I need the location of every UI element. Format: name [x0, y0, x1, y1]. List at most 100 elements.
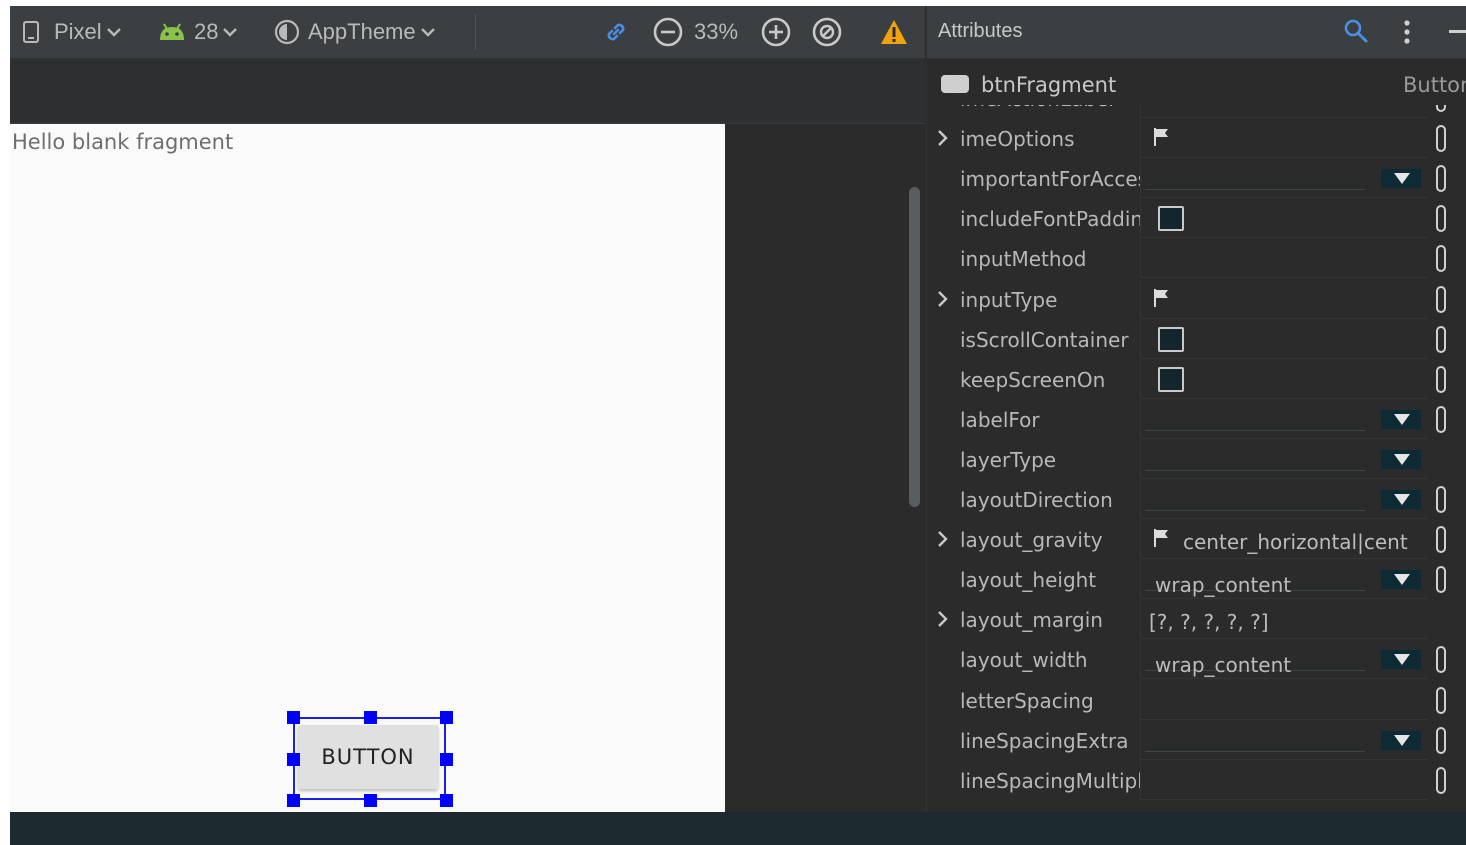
attribute-row[interactable]: layout_width wrap_content — [927, 640, 1466, 680]
attribute-row[interactable]: layout_gravity center_horizontal|cent — [927, 520, 1466, 560]
attribute-value-cell[interactable] — [1141, 320, 1427, 359]
attribute-row[interactable]: lineSpacingExtra — [927, 720, 1466, 761]
dropdown-arrow-icon[interactable] — [1381, 409, 1421, 429]
resource-picker-icon[interactable] — [1436, 686, 1446, 714]
resource-picker-icon[interactable] — [1436, 405, 1446, 433]
zoom-to-fit-button[interactable] — [811, 6, 843, 58]
constraint-link-button[interactable] — [602, 6, 630, 58]
toolbar-divider — [475, 14, 476, 50]
canvas-header-band — [10, 59, 925, 124]
attribute-row[interactable]: layoutDirection — [927, 480, 1466, 520]
search-icon[interactable] — [1343, 18, 1369, 48]
minimize-icon[interactable] — [1449, 30, 1466, 33]
flag-icon[interactable] — [1153, 127, 1169, 151]
zoom-in-button[interactable] — [760, 6, 792, 58]
dropdown-arrow-icon[interactable] — [1381, 570, 1421, 590]
attribute-row[interactable]: layerType — [927, 439, 1466, 480]
resize-handle-bottom-right[interactable] — [440, 794, 453, 807]
resize-handle-top[interactable] — [364, 711, 377, 724]
resource-picker-icon[interactable] — [1436, 365, 1446, 393]
canvas-scrollbar[interactable] — [909, 187, 920, 507]
resource-picker-icon[interactable] — [1436, 105, 1446, 112]
resize-handle-left[interactable] — [287, 753, 300, 766]
resize-handle-top-left[interactable] — [287, 711, 300, 724]
dropdown-arrow-icon[interactable] — [1381, 730, 1421, 750]
attribute-row[interactable]: keepScreenOn — [927, 359, 1466, 400]
attribute-row[interactable]: letterSpacing — [927, 680, 1466, 721]
attribute-value-cell[interactable] — [1141, 761, 1427, 800]
attribute-row[interactable]: isScrollContainer — [927, 319, 1466, 360]
attribute-checkbox[interactable] — [1158, 366, 1184, 392]
resize-handle-top-right[interactable] — [440, 711, 453, 724]
attribute-checkbox[interactable] — [1158, 326, 1184, 352]
more-options-icon[interactable] — [1403, 19, 1411, 49]
attribute-value-cell[interactable]: wrap_content — [1141, 640, 1427, 679]
attribute-value-cell[interactable] — [1141, 440, 1427, 479]
attribute-value[interactable]: wrap_content — [1155, 653, 1291, 677]
dropdown-underline — [1145, 189, 1365, 191]
resource-picker-icon[interactable] — [1436, 486, 1446, 513]
attribute-value[interactable]: wrap_content — [1155, 573, 1291, 597]
warnings-button[interactable] — [879, 6, 909, 58]
design-canvas[interactable]: Hello blank fragment BUTTON — [10, 59, 925, 812]
attribute-row[interactable]: imeOptions — [927, 119, 1466, 159]
resize-handle-right[interactable] — [440, 753, 453, 766]
resource-picker-icon[interactable] — [1436, 726, 1446, 754]
attribute-value-cell[interactable] — [1141, 239, 1427, 278]
flag-icon[interactable] — [1153, 528, 1169, 552]
resource-picker-icon[interactable] — [1436, 526, 1446, 554]
resource-picker-icon[interactable] — [1436, 766, 1446, 794]
attribute-row[interactable]: inputType — [927, 279, 1466, 320]
dropdown-arrow-icon[interactable] — [1381, 449, 1421, 469]
attribute-value-cell[interactable] — [1141, 681, 1427, 720]
attribute-row[interactable]: includeFontPadding — [927, 199, 1466, 239]
attribute-row[interactable]: importantForAccessibility — [927, 159, 1466, 199]
attribute-value-cell[interactable] — [1141, 159, 1427, 198]
resource-picker-icon[interactable] — [1436, 205, 1446, 233]
row-divider — [1141, 157, 1427, 159]
resource-picker-icon[interactable] — [1436, 125, 1446, 153]
attribute-value-cell[interactable]: center_horizontal|cent — [1141, 520, 1427, 559]
hello-textview[interactable]: Hello blank fragment — [12, 130, 233, 154]
resource-picker-icon[interactable] — [1436, 285, 1446, 313]
attribute-value-cell[interactable] — [1141, 721, 1427, 760]
resource-picker-icon[interactable] — [1436, 325, 1446, 353]
dropdown-arrow-icon[interactable] — [1381, 490, 1421, 509]
attribute-value-cell[interactable] — [1141, 280, 1427, 319]
device-selector[interactable]: Pixel — [22, 6, 122, 58]
attribute-row[interactable]: layout_margin [?, ?, ?, ?, ?] — [927, 600, 1466, 640]
flag-icon[interactable] — [1153, 288, 1169, 312]
attribute-value-cell[interactable] — [1141, 119, 1427, 158]
component-id[interactable]: btnFragment — [981, 73, 1116, 97]
resource-picker-icon[interactable] — [1436, 245, 1446, 273]
chevron-right-icon[interactable] — [936, 129, 948, 151]
attribute-row[interactable]: lineSpacingMultiplier — [927, 760, 1466, 801]
attribute-value[interactable]: [?, ?, ?, ?, ?] — [1149, 610, 1269, 634]
attribute-value-cell[interactable] — [1141, 400, 1427, 439]
attribute-value-cell[interactable] — [1141, 480, 1427, 519]
chevron-right-icon[interactable] — [936, 290, 948, 312]
zoom-out-button[interactable] — [652, 6, 684, 58]
chevron-right-icon[interactable] — [936, 530, 948, 552]
attribute-value-cell[interactable] — [1141, 199, 1427, 238]
resource-picker-icon[interactable] — [1436, 646, 1446, 674]
dropdown-underline — [1145, 750, 1365, 752]
attribute-value-cell[interactable] — [1141, 360, 1427, 399]
resize-handle-bottom-left[interactable] — [287, 794, 300, 807]
api-level-selector[interactable]: 28 — [158, 6, 238, 58]
attribute-row[interactable]: layout_height wrap_content — [927, 560, 1466, 600]
attribute-checkbox[interactable] — [1158, 206, 1184, 232]
chevron-right-icon[interactable] — [936, 610, 948, 632]
attribute-row[interactable]: inputMethod — [927, 239, 1466, 279]
attribute-row[interactable]: labelFor — [927, 399, 1466, 440]
attribute-value-cell[interactable]: [?, ?, ?, ?, ?] — [1141, 600, 1427, 639]
device-screen-preview[interactable]: Hello blank fragment BUTTON — [10, 124, 725, 812]
theme-selector[interactable]: AppTheme — [274, 6, 436, 58]
resize-handle-bottom[interactable] — [364, 794, 377, 807]
attribute-value-cell[interactable]: wrap_content — [1141, 560, 1427, 599]
dropdown-arrow-icon[interactable] — [1381, 650, 1421, 670]
attribute-row[interactable]: imeActionLabel — [927, 105, 1466, 119]
resource-picker-icon[interactable] — [1436, 566, 1446, 594]
resource-picker-icon[interactable] — [1436, 165, 1446, 193]
dropdown-arrow-icon[interactable] — [1381, 169, 1421, 189]
